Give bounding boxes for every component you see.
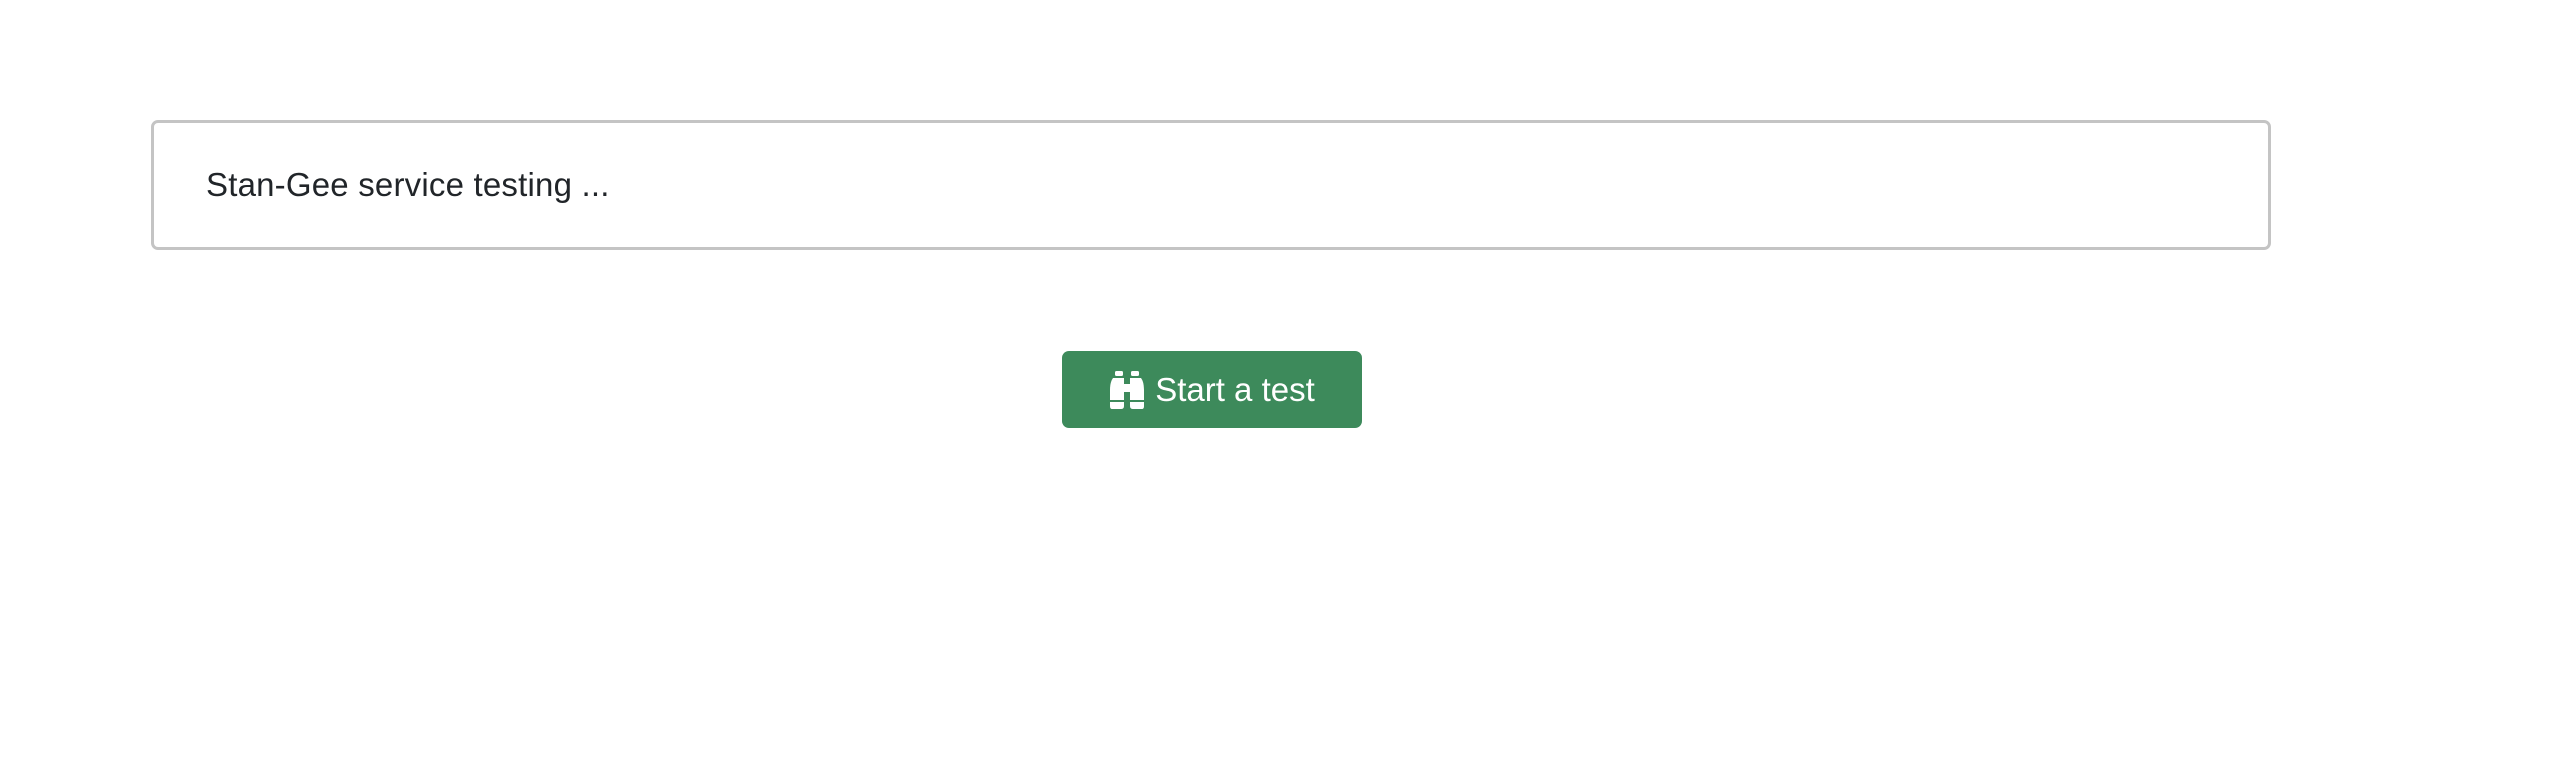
start-test-label: Start a test [1155,371,1315,408]
binoculars-icon [1109,370,1145,410]
start-test-button[interactable]: Start a test [1062,351,1362,428]
page: Stan-Gee service testing ... Start a tes… [0,0,2563,769]
status-message: Stan-Gee service testing ... [206,166,610,203]
status-box: Stan-Gee service testing ... [151,120,2271,250]
